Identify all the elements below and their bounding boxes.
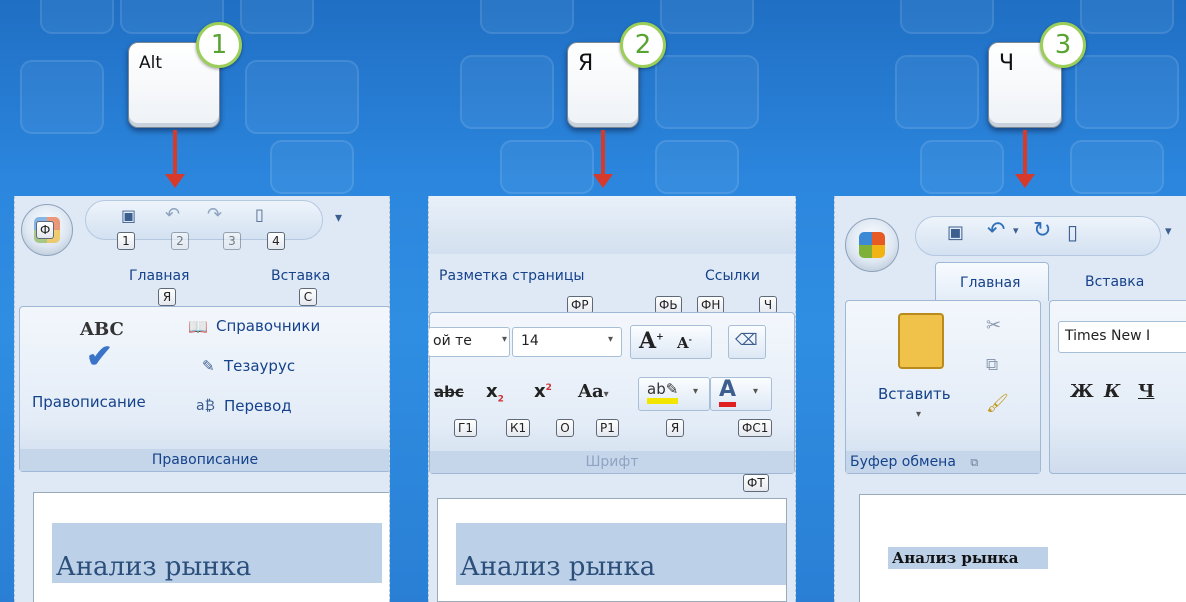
- keytip: 2: [171, 232, 189, 250]
- grow-font-icon: A+: [639, 328, 664, 354]
- format-painter-icon[interactable]: 🖌: [986, 393, 1009, 414]
- spelling-button[interactable]: ABC ✔ Правописание: [20, 313, 170, 433]
- font-group: ой те ▾ 14 ▾ A+ A- ⌫ abc x2 x2 Aa▾ ab✎ ▾…: [429, 312, 795, 474]
- tab-references[interactable]: Ссылки: [705, 268, 760, 284]
- clipboard-group: Вставить ▾ ✂ ⧉ 🖌 Буфер обмена ⧉: [845, 300, 1041, 474]
- tab-home[interactable]: Главная: [129, 268, 189, 284]
- step-number-badge: 3: [1040, 22, 1086, 68]
- highlight-icon: ab✎: [647, 380, 679, 404]
- down-arrow-icon: [165, 130, 185, 188]
- customize-qat-icon[interactable]: ▾: [335, 210, 342, 226]
- paste-button[interactable]: Вставить ▾: [856, 307, 966, 437]
- keytip: 3: [223, 232, 241, 250]
- superscript-icon[interactable]: x2: [534, 381, 552, 402]
- font-name-combobox[interactable]: Times New I: [1058, 321, 1186, 353]
- ribbon-panel-1: Ф ▣ ↶ ↷ ▯ ▾ 1 2 3 4 Главная Вставка Я С …: [14, 196, 390, 602]
- keytip: Я: [666, 419, 684, 437]
- italic-button[interactable]: К: [1104, 381, 1120, 402]
- dropdown-arrow-icon: ▾: [916, 409, 922, 420]
- underline-button[interactable]: Ч: [1138, 381, 1154, 402]
- tab-home[interactable]: Главная: [935, 262, 1049, 301]
- key-label: Ч: [999, 51, 1015, 76]
- tab-insert[interactable]: Вставка: [1085, 274, 1144, 290]
- group-title: Шрифт: [430, 451, 794, 473]
- step-number-badge: 2: [620, 22, 666, 68]
- dialog-launcher-icon[interactable]: ⧉: [970, 456, 978, 469]
- cut-icon[interactable]: ✂: [986, 315, 1001, 336]
- spelling-icon: ABC ✔: [80, 319, 124, 375]
- dropdown-arrow-icon: ▾: [501, 334, 507, 345]
- keytip: К1: [506, 419, 531, 437]
- redo-icon[interactable]: ↷: [207, 204, 222, 225]
- ribbon-panel-3: ▣ ↶ ▾ ↻ ▯ ▾ Главная Вставка Вставить ▾ ✂…: [834, 196, 1186, 602]
- strikethrough-icon[interactable]: abc: [434, 383, 464, 401]
- down-arrow-icon: [1015, 130, 1035, 188]
- paste-icon: [898, 313, 944, 369]
- ribbon-top-strip: [429, 196, 795, 254]
- office-button[interactable]: [845, 218, 899, 272]
- font-group: Times New I Ж К Ч: [1049, 300, 1186, 474]
- document-heading: Анализ рынка: [456, 523, 786, 585]
- keytip: ФТ: [743, 474, 769, 492]
- new-document-icon[interactable]: ▯: [1067, 220, 1078, 244]
- undo-icon[interactable]: ↶: [987, 218, 1005, 243]
- save-icon[interactable]: ▣: [947, 222, 964, 243]
- clear-formatting-icon: ⌫: [735, 330, 758, 349]
- subscript-icon[interactable]: x2: [486, 381, 504, 405]
- document-heading: Анализ рынка: [888, 547, 1049, 569]
- key-label: Я: [578, 51, 594, 76]
- spelling-label: Правописание: [32, 393, 146, 411]
- group-title: Буфер обмена ⧉: [846, 451, 1040, 473]
- proofing-group: ABC ✔ Правописание 📖 Справочники ✎ Тезау…: [19, 306, 389, 472]
- document-page: Анализ рынка: [859, 494, 1186, 602]
- dropdown-arrow-icon: ▾: [693, 386, 699, 397]
- tab-page-layout[interactable]: Разметка страницы: [439, 268, 584, 284]
- office-logo-icon: [859, 232, 885, 258]
- grow-font-button[interactable]: A+ A-: [630, 325, 712, 359]
- keytip: 1: [117, 232, 135, 250]
- font-color-button[interactable]: A ▾: [710, 377, 772, 411]
- highlight-button[interactable]: ab✎ ▾: [638, 377, 710, 411]
- font-size-combobox[interactable]: 14 ▾: [512, 327, 622, 357]
- undo-icon[interactable]: ↶: [165, 204, 180, 225]
- bold-button[interactable]: Ж: [1070, 381, 1094, 402]
- step-number-badge: 1: [196, 22, 242, 68]
- office-button[interactable]: Ф: [21, 204, 73, 256]
- dropdown-arrow-icon[interactable]: ▾: [1013, 224, 1019, 237]
- keytip: ФС1: [738, 419, 773, 437]
- dropdown-arrow-icon: ▾: [753, 386, 759, 397]
- repeat-icon[interactable]: ↻: [1033, 218, 1051, 243]
- keytip: Р1: [596, 419, 619, 437]
- new-document-icon[interactable]: ▯: [255, 205, 264, 224]
- down-arrow-icon: [593, 130, 613, 188]
- thesaurus-icon: ✎: [202, 357, 215, 375]
- keytip: Я: [158, 288, 176, 306]
- translate-icon: a₿: [196, 398, 215, 414]
- keytip: Ф: [36, 221, 55, 239]
- customize-qat-icon[interactable]: ▾: [1165, 224, 1172, 239]
- copy-icon[interactable]: ⧉: [986, 355, 998, 375]
- document-page: Анализ рынка: [33, 492, 389, 602]
- document-page: Анализ рынка: [437, 498, 787, 602]
- keytip: О: [556, 419, 574, 437]
- shrink-font-icon: A-: [677, 334, 692, 352]
- keytip: 4: [267, 232, 285, 250]
- change-case-icon[interactable]: Aa▾: [578, 381, 609, 402]
- save-icon[interactable]: ▣: [121, 206, 136, 225]
- font-color-icon: A: [719, 378, 737, 407]
- tab-insert[interactable]: Вставка: [271, 268, 330, 284]
- dropdown-arrow-icon: ▾: [607, 334, 613, 345]
- keytip: С: [299, 288, 317, 306]
- group-title: Правописание: [20, 449, 389, 471]
- paste-label: Вставить: [878, 385, 951, 403]
- clear-formatting-button[interactable]: ⌫: [728, 325, 766, 359]
- research-icon: 📖: [188, 317, 208, 336]
- ribbon-panel-2: Разметка страницы Ссылки ФР ФЬ ФН Ч ой т…: [428, 196, 796, 602]
- keytip: Г1: [454, 419, 477, 437]
- key-label: Alt: [139, 53, 163, 73]
- document-heading: Анализ рынка: [52, 523, 382, 583]
- font-name-combobox[interactable]: ой те ▾: [429, 327, 510, 357]
